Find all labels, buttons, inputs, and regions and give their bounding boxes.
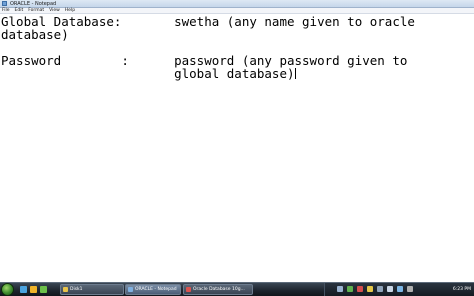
menu-format[interactable]: Format bbox=[28, 8, 44, 14]
menu-file[interactable]: File bbox=[2, 8, 10, 14]
tray-icon-1[interactable] bbox=[337, 286, 343, 292]
tray-icon-2[interactable] bbox=[347, 286, 353, 292]
tray-icon-5[interactable] bbox=[377, 286, 383, 292]
oracle-icon bbox=[186, 287, 191, 292]
start-button[interactable] bbox=[1, 283, 14, 296]
taskbar: Disk1 ORACLE - Notepad Oracle Database 1… bbox=[0, 282, 474, 296]
folder-icon bbox=[63, 287, 68, 292]
menu-view[interactable]: View bbox=[49, 8, 60, 14]
quick-launch-icon-3[interactable] bbox=[40, 286, 47, 293]
text-line-5: global database) bbox=[1, 67, 296, 80]
taskbar-button-label: Disk1 bbox=[70, 287, 83, 292]
tray-icon-4[interactable] bbox=[367, 286, 373, 292]
tray-icon-3[interactable] bbox=[357, 286, 363, 292]
taskbar-button-oracle-installer[interactable]: Oracle Database 10g... bbox=[183, 284, 253, 295]
tray-icon-6[interactable] bbox=[387, 286, 393, 292]
notepad-icon bbox=[128, 287, 133, 292]
quick-launch-icon-2[interactable] bbox=[30, 286, 37, 293]
system-tray: 6:23 PM bbox=[324, 283, 474, 296]
quick-launch-icon-1[interactable] bbox=[20, 286, 27, 293]
taskbar-button-label: Oracle Database 10g... bbox=[193, 287, 245, 292]
text-caret bbox=[294, 68, 296, 79]
menu-edit[interactable]: Edit bbox=[15, 8, 24, 14]
taskbar-button-notepad[interactable]: ORACLE - Notepad bbox=[125, 284, 181, 295]
taskbar-button-disk1[interactable]: Disk1 bbox=[60, 284, 124, 295]
notepad-icon bbox=[2, 1, 7, 6]
text-editor-area[interactable]: Global Database: swetha (any name given … bbox=[0, 14, 474, 282]
network-icon[interactable] bbox=[397, 286, 403, 292]
volume-icon[interactable] bbox=[407, 286, 413, 292]
taskbar-button-label: ORACLE - Notepad bbox=[135, 287, 177, 292]
menu-help[interactable]: Help bbox=[65, 8, 75, 14]
text-line-5-content: global database) bbox=[1, 66, 295, 81]
text-line-2: database) bbox=[1, 27, 69, 42]
taskbar-clock[interactable]: 6:23 PM bbox=[453, 283, 471, 296]
